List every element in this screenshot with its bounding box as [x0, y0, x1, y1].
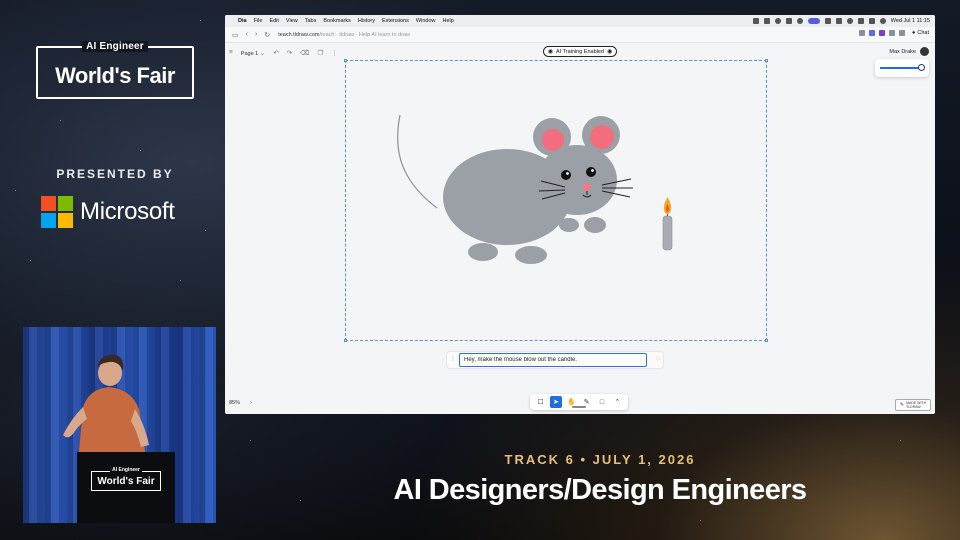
mouse-tail[interactable] [397, 114, 438, 209]
mouse-eye[interactable] [561, 170, 571, 180]
active-tool-indicator [572, 406, 586, 408]
sponsor-name: Microsoft [80, 198, 175, 225]
zoom-controls: 85% › [229, 400, 252, 406]
track-label: TRACK 6 • JULY 1, 2026 [504, 452, 696, 467]
mouse-eye-shine [566, 172, 569, 175]
shared-screen: Dia File Edit View Tabs Bookmarks Histor… [225, 15, 935, 414]
podium-logo-small: AI Engineer [110, 467, 142, 473]
loading-spinner-icon: ◌ [655, 355, 660, 362]
podium-logo: AI Engineer World's Fair [91, 467, 161, 491]
event-logo: AI Engineer World's Fair [36, 41, 194, 99]
frame-tool-icon[interactable]: ☐ [535, 396, 547, 408]
chevron-up-icon[interactable]: ⌃ [611, 396, 623, 408]
speaker-video: AI Engineer World's Fair [23, 327, 216, 523]
mouse-paw[interactable] [559, 218, 579, 232]
mouse-nose[interactable] [583, 183, 591, 191]
mouse-eye-shine [591, 169, 594, 172]
made-with-tldraw-badge[interactable]: ✎ MADE WITH TLDRAW [895, 399, 931, 411]
mouse-head[interactable] [537, 145, 617, 215]
event-logo-small: AI Engineer [82, 41, 148, 52]
select-tool-icon[interactable]: ➤ [549, 396, 562, 408]
podium-logo-big: World's Fair [97, 476, 155, 487]
prompt-bar: ⋮ ◌ [447, 352, 663, 368]
mouse-paw[interactable] [584, 217, 606, 233]
drag-handle-icon[interactable]: ⋮ [450, 355, 456, 362]
talk-title: AI Designers/Design Engineers [393, 474, 808, 506]
tldraw-logo-icon: ✎ [899, 402, 905, 408]
tool-palette: ☐ ➤ ✋ ✎ □ ⌃ [530, 394, 628, 410]
mouse-foot[interactable] [515, 246, 547, 264]
prompt-input[interactable] [459, 353, 647, 367]
zoom-level[interactable]: 85% [229, 400, 240, 406]
rectangle-tool-icon[interactable]: □ [596, 396, 608, 408]
mouse-ear-inner[interactable] [542, 129, 564, 151]
mouse-ear-inner[interactable] [590, 125, 614, 149]
made-with-line2: TLDRAW [906, 405, 921, 409]
mouse-foot[interactable] [468, 243, 498, 261]
event-logo-big: World's Fair [55, 63, 175, 88]
candle[interactable] [662, 215, 673, 251]
presented-by-label: PRESENTED BY [56, 167, 174, 181]
podium: AI Engineer World's Fair [77, 452, 175, 523]
microsoft-logo-icon [41, 196, 73, 228]
mouse-eye[interactable] [586, 167, 596, 177]
minimap-toggle-icon[interactable]: › [250, 400, 252, 406]
